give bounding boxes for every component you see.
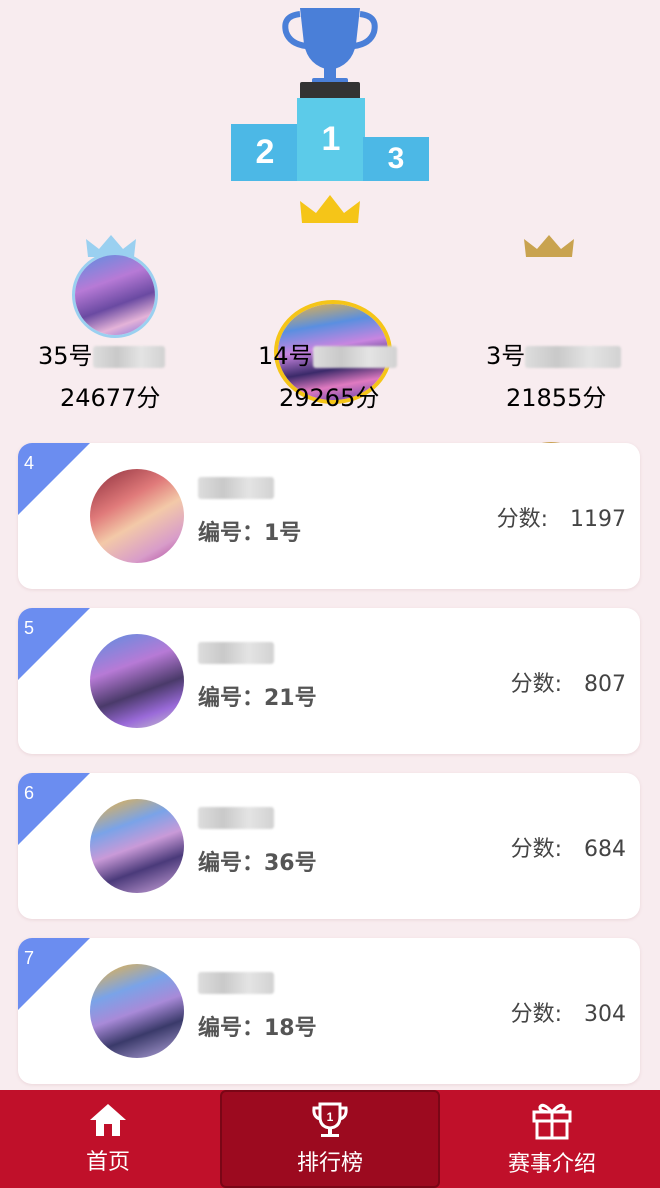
score: 分数: 1197	[496, 507, 626, 532]
rank-number: 6	[24, 783, 35, 803]
home-icon	[90, 1104, 126, 1136]
bottom-nav: 首页 1 排行榜 赛事介绍	[0, 1090, 660, 1188]
crown-icon	[300, 195, 360, 223]
top-score-3: 21855分	[506, 384, 607, 412]
avatar[interactable]	[90, 634, 184, 728]
ranking-card[interactable]: 4 编号：1号 分数: 1197	[18, 443, 640, 589]
svg-text:1: 1	[327, 1110, 334, 1124]
score: 分数: 684	[510, 837, 626, 862]
top-name-2: 35号	[38, 336, 165, 371]
top-name-3: 3号	[486, 336, 622, 371]
avatar[interactable]	[90, 964, 184, 1058]
ranking-card[interactable]: 5 编号：21号 分数: 807	[18, 608, 640, 754]
ranking-card[interactable]: 7 编号：18号 分数: 304	[18, 938, 640, 1084]
score: 分数: 807	[510, 672, 626, 697]
contestant-name	[198, 807, 274, 829]
top-score-1: 29265分	[279, 384, 380, 412]
gift-icon	[532, 1103, 572, 1140]
trophy-icon: 1	[312, 1102, 348, 1137]
nav-about[interactable]: 赛事介绍	[444, 1090, 660, 1188]
podium-first: 1	[297, 98, 365, 181]
podium-third: 3	[363, 137, 429, 181]
podium-second: 2	[231, 124, 299, 181]
top-name-1: 14号	[258, 336, 397, 371]
nav-about-label: 赛事介绍	[507, 1152, 596, 1177]
contestant-name	[198, 642, 274, 664]
nav-home[interactable]: 首页	[0, 1090, 216, 1188]
score: 分数: 304	[510, 1002, 626, 1027]
avatar[interactable]	[90, 799, 184, 893]
avatar-rank-2[interactable]	[72, 252, 158, 338]
rank-number: 4	[24, 453, 35, 473]
nav-home-label: 首页	[85, 1150, 130, 1175]
avatar[interactable]	[90, 469, 184, 563]
nav-ranking-label: 排行榜	[296, 1151, 363, 1176]
rank-number: 5	[24, 618, 35, 638]
ranking-card[interactable]: 6 编号：36号 分数: 684	[18, 773, 640, 919]
contestant-name	[198, 972, 274, 994]
contestant-id: 编号：21号	[198, 686, 317, 711]
top-score-2: 24677分	[60, 384, 161, 412]
nav-ranking[interactable]: 1 排行榜	[220, 1090, 440, 1188]
trophy-icon	[282, 8, 378, 100]
contestant-name	[198, 477, 274, 499]
rank-number: 7	[24, 948, 35, 968]
contestant-id: 编号：36号	[198, 851, 317, 876]
crown-icon	[524, 235, 574, 257]
contestant-id: 编号：1号	[198, 521, 302, 546]
contestant-id: 编号：18号	[198, 1016, 317, 1041]
